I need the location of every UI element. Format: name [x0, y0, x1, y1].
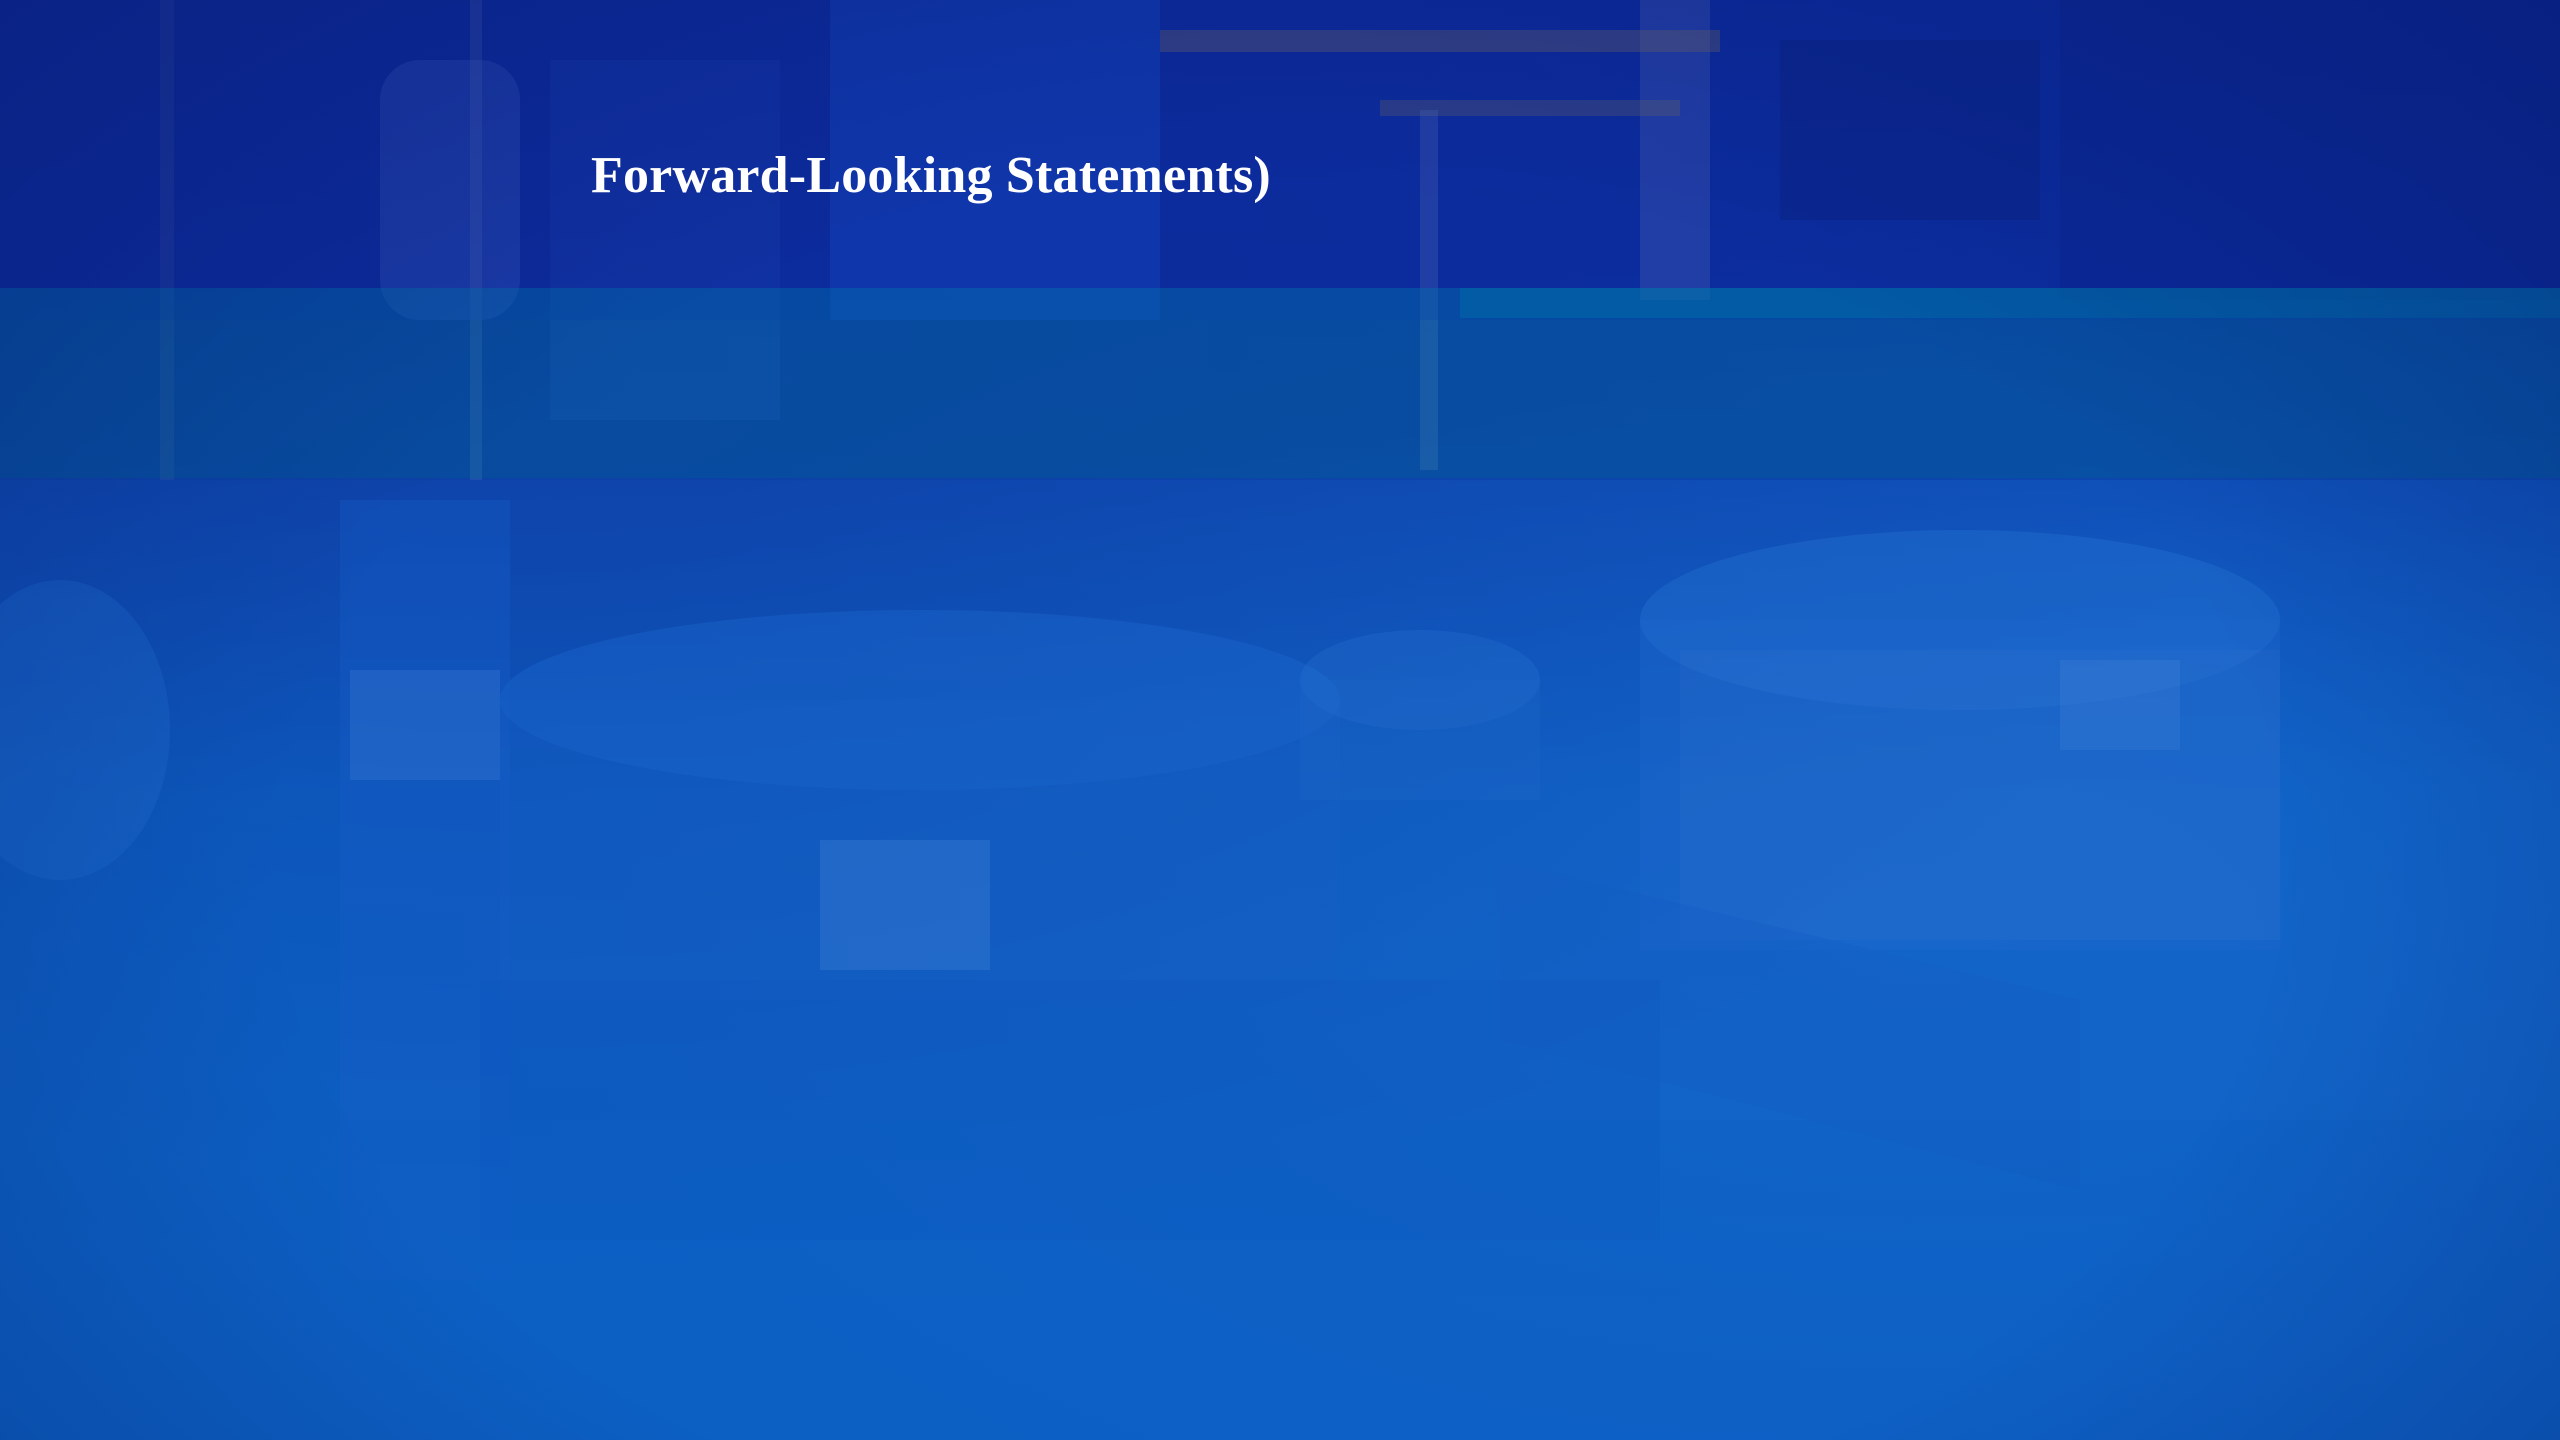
slide-title: Forward-Looking Statements): [591, 147, 1271, 204]
vignette-overlay: [0, 0, 2560, 1440]
slide: Forward-Looking Statements): [0, 0, 2560, 1440]
